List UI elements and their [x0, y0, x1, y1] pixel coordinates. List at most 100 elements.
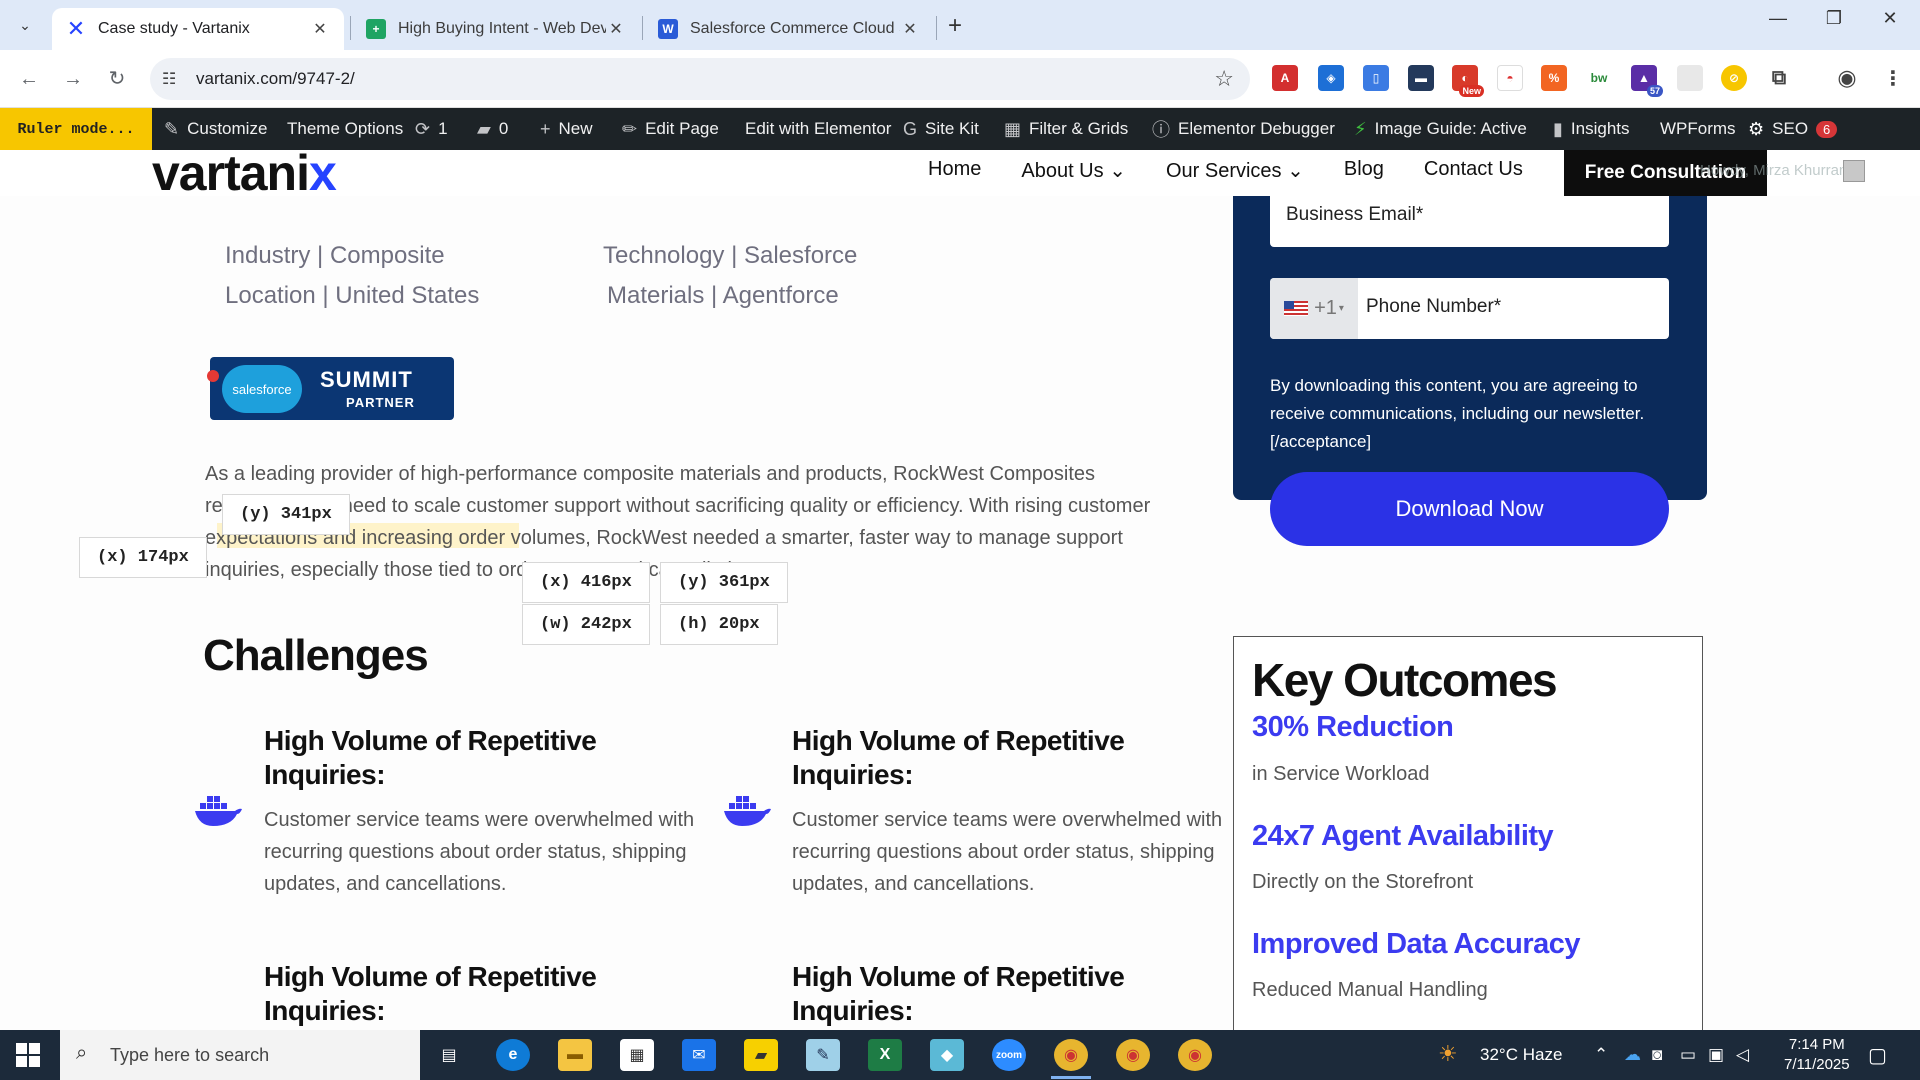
close-icon[interactable]: ✕ [900, 19, 920, 39]
tab-case-study[interactable]: ✕ Case study - Vartanix ✕ [52, 8, 344, 50]
pdf-extension-icon[interactable]: A [1272, 65, 1298, 91]
doc-extension-icon[interactable]: ▯ [1363, 65, 1389, 91]
outcome-stat: Improved Data Accuracy [1252, 928, 1581, 960]
tab-salesforce-commerce[interactable]: W Salesforce Commerce Cloud Su ✕ [644, 8, 934, 50]
ruler-h-label: (h) 20px [660, 604, 778, 645]
file-explorer-icon[interactable]: ▬ [558, 1039, 592, 1071]
new-content-link[interactable]: + New [540, 108, 593, 150]
folder-extension-icon[interactable]: ▬ [1408, 65, 1434, 91]
onedrive-icon[interactable]: ☁ [1624, 1045, 1641, 1065]
phone-number-field[interactable]: +1 ▾ Phone Number* [1270, 278, 1669, 339]
edge-icon[interactable]: e [496, 1039, 530, 1071]
close-icon[interactable]: ✕ [606, 19, 626, 39]
bar-chart-icon: ▮ [1553, 118, 1563, 139]
download-now-button[interactable]: Download Now [1270, 472, 1669, 546]
window-close-icon[interactable]: ✕ [1870, 8, 1910, 29]
notifications-icon[interactable]: ▢ [1868, 1043, 1887, 1068]
nav-home[interactable]: Home [928, 158, 981, 183]
image-guide-dot[interactable] [207, 370, 219, 382]
comments-link[interactable]: ▰ 0 [477, 108, 508, 150]
sticky-notes-icon[interactable]: ▰ [744, 1039, 778, 1071]
ruler-mode-button[interactable]: Ruler mode... [0, 108, 152, 150]
howdy-text[interactable]: Howdy, Mirza Khurram [1700, 162, 1851, 179]
close-icon[interactable]: ✕ [310, 19, 330, 39]
network-icon[interactable]: ▣ [1708, 1045, 1724, 1065]
clock[interactable]: 7:14 PM 7/11/2025 [1784, 1035, 1850, 1075]
elementor-debugger-label: Elementor Debugger [1178, 119, 1335, 138]
refresh-icon: ⟳ [415, 118, 431, 139]
back-arrow-icon[interactable]: ← [14, 64, 44, 94]
graduation-extension-icon[interactable]: ▲ 57 [1631, 65, 1663, 97]
search-placeholder: Type here to search [110, 1045, 270, 1065]
store-icon[interactable]: ▦ [620, 1039, 654, 1071]
edit-elementor-link[interactable]: Edit with Elementor [745, 108, 891, 150]
taskbar-search[interactable]: ⌕ Type here to search [60, 1030, 420, 1080]
weather-icon[interactable]: ☀ [1438, 1041, 1458, 1067]
chrome-icon[interactable]: ◉ [1054, 1039, 1088, 1071]
challenge-title: High Volume of Repetitive Inquiries: [792, 725, 1125, 790]
image-guide-link[interactable]: ⚡ Image Guide: Active [1354, 108, 1527, 150]
pokeball-extension-icon[interactable]: ◓ [1497, 65, 1523, 91]
windows-start-icon[interactable] [16, 1043, 40, 1067]
new-extension-icon[interactable]: ◐ New [1452, 65, 1484, 97]
reload-icon[interactable]: ↻ [102, 64, 132, 94]
blank-extension-icon[interactable] [1677, 65, 1703, 91]
kebab-menu-icon[interactable]: ⋮ [1880, 65, 1906, 91]
nav-blog[interactable]: Blog [1344, 158, 1384, 183]
mail-icon[interactable]: ✉ [682, 1039, 716, 1071]
updates-link[interactable]: ⟳ 1 [415, 108, 448, 150]
tab-search-chevron-icon[interactable]: ⌄ [12, 12, 38, 38]
nav-our-services[interactable]: Our Services ⌄ [1166, 158, 1304, 183]
seo-link[interactable]: ⚙ SEO 6 [1748, 108, 1838, 150]
avatar[interactable] [1843, 160, 1865, 182]
address-bar[interactable]: ☷ vartanix.com/9747-2/ ☆ [150, 58, 1250, 100]
country-code-select[interactable]: +1 ▾ [1270, 278, 1358, 339]
elementor-debugger-link[interactable]: ⓘ Elementor Debugger [1152, 108, 1335, 150]
excel-icon[interactable]: X [868, 1039, 902, 1071]
app-diamond-icon[interactable]: ◆ [930, 1039, 964, 1071]
puzzle-extensions-icon[interactable]: ⧉ [1766, 65, 1792, 91]
wpforms-link[interactable]: WPForms [1660, 108, 1736, 150]
chevron-up-icon[interactable]: ⌃ [1594, 1045, 1608, 1065]
email-placeholder: Business Email* [1286, 204, 1424, 225]
new-tab-plus-icon[interactable]: + [948, 12, 962, 40]
shield-extension-icon[interactable]: ◈ [1318, 65, 1344, 91]
compass-extension-icon[interactable]: ⊘ [1721, 65, 1747, 91]
salesforce-summit-partner-badge: salesforce SUMMIT PARTNER [210, 357, 454, 420]
chrome-icon[interactable]: ◉ [1178, 1039, 1212, 1071]
bw-extension-icon[interactable]: bw [1586, 65, 1612, 91]
bookmark-star-icon[interactable]: ☆ [1214, 66, 1234, 92]
tab-high-buying-intent[interactable]: + High Buying Intent - Web Deve ✕ [352, 8, 640, 50]
restore-icon[interactable]: ❐ [1814, 8, 1854, 29]
sheets-favicon-icon: + [366, 19, 386, 39]
nav-contact-us[interactable]: Contact Us [1424, 158, 1523, 183]
url-text[interactable]: vartanix.com/9747-2/ [196, 69, 355, 89]
weather-text[interactable]: 32°C Haze [1480, 1045, 1562, 1065]
filter-grids-link[interactable]: ▦ Filter & Grids [1004, 108, 1128, 150]
site-settings-icon[interactable]: ☷ [162, 69, 176, 89]
outcome-stat: 24x7 Agent Availability [1252, 820, 1554, 852]
zoom-icon[interactable]: zoom [992, 1039, 1026, 1071]
volume-icon[interactable]: ◁ [1736, 1045, 1749, 1065]
camera-icon[interactable]: ◙ [1652, 1045, 1662, 1065]
notepad-icon[interactable]: ✎ [806, 1039, 840, 1071]
profile-icon[interactable]: ◉ [1834, 65, 1860, 91]
battery-icon[interactable]: ▭ [1680, 1045, 1696, 1065]
challenge-body: Customer service teams were overwhelmed … [792, 809, 1223, 895]
outcome-sub: Directly on the Storefront [1252, 871, 1474, 893]
pencil-icon: ✏ [622, 118, 638, 139]
vartanix-logo[interactable]: vartanix [152, 144, 337, 202]
business-email-field[interactable]: Business Email* [1270, 196, 1669, 247]
task-view-icon[interactable]: ▤ [432, 1039, 466, 1071]
minimize-icon[interactable]: — [1758, 8, 1798, 29]
insights-link[interactable]: ▮ Insights [1553, 108, 1630, 150]
tag-extension-icon[interactable]: % [1541, 65, 1567, 91]
edit-page-link[interactable]: ✏ Edit Page [622, 108, 719, 150]
nav-about-us[interactable]: About Us ⌄ [1021, 158, 1126, 183]
key-outcomes-title: Key Outcomes [1252, 654, 1558, 706]
forward-arrow-icon[interactable]: → [58, 64, 88, 94]
chrome-icon[interactable]: ◉ [1116, 1039, 1150, 1071]
country-code: +1 [1314, 297, 1337, 319]
caret-down-icon: ▾ [1338, 303, 1344, 314]
site-kit-link[interactable]: G Site Kit [903, 108, 979, 150]
